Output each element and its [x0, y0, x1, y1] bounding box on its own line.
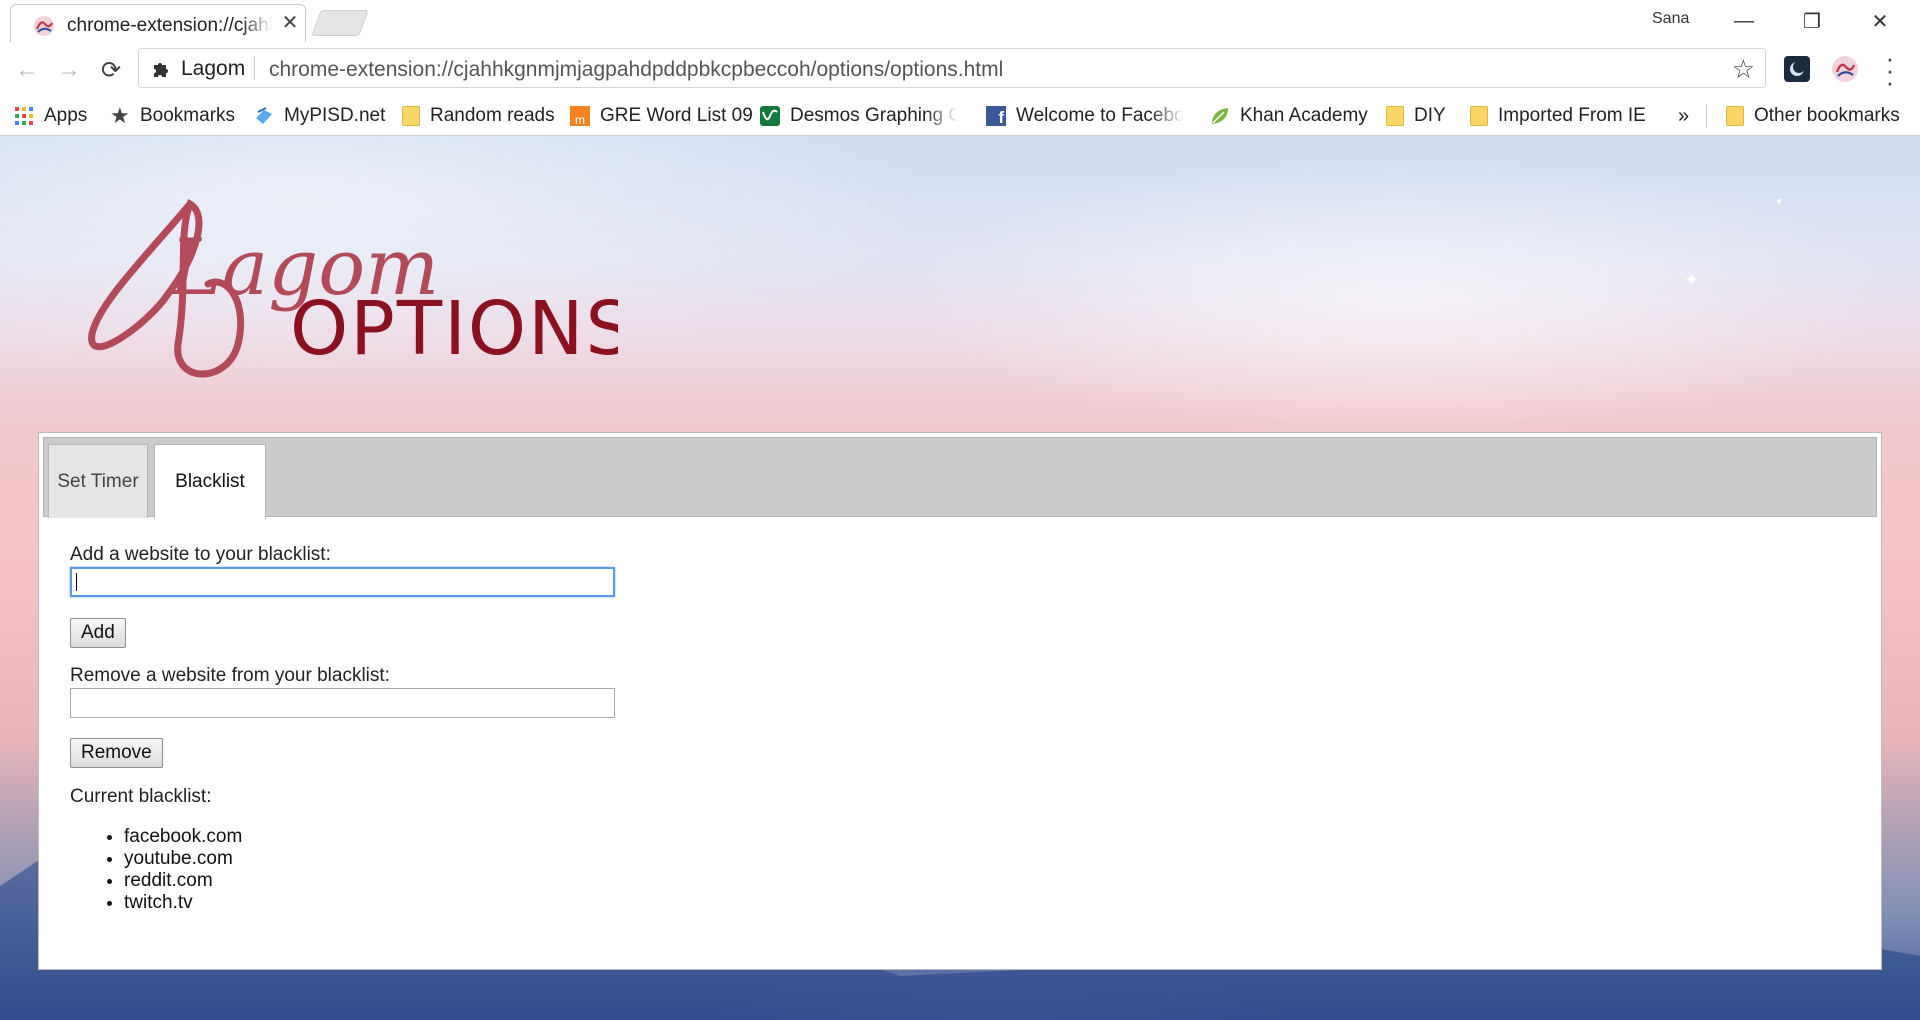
bookmark-diy[interactable]: DIY [1386, 102, 1446, 130]
site-info-chip[interactable]: Lagom [151, 57, 245, 81]
extension-moon-icon[interactable] [1784, 56, 1810, 82]
close-window-button[interactable]: ✕ [1852, 0, 1908, 42]
remove-website-label: Remove a website from your blacklist: [70, 665, 390, 686]
bookmark-gre-word-list[interactable]: m GRE Word List 09 [570, 102, 753, 130]
current-blacklist-label: Current blacklist: [70, 786, 212, 807]
lagom-favicon-icon [34, 16, 54, 36]
sparkle-icon: ✦ [1684, 270, 1700, 290]
khan-academy-icon [1212, 108, 1228, 124]
options-tab-bar: Set Timer Blacklist [43, 437, 1877, 519]
add-button[interactable]: Add [70, 618, 126, 648]
folder-icon [402, 106, 420, 126]
minimize-button[interactable]: — [1716, 0, 1772, 42]
browser-tab[interactable]: chrome-extension://cjahhkgnmjmjagpahdpdd… [10, 4, 306, 42]
tab-set-timer[interactable]: Set Timer [48, 444, 148, 518]
omnibox-divider [254, 56, 255, 80]
list-item: youtube.com [124, 848, 242, 870]
bookmark-label: Welcome to Facebook [1016, 105, 1184, 126]
bookmark-label: Apps [44, 105, 88, 126]
bookmark-mypisd[interactable]: MyPISD.net [254, 102, 385, 130]
puzzle-piece-icon [154, 63, 168, 77]
toolbar: ← → ⟳ Lagom chrome-extension://cjahhkgnm… [0, 42, 1920, 96]
add-website-input[interactable] [70, 567, 615, 597]
remove-website-input[interactable] [70, 688, 615, 718]
bookmarks-overflow-button[interactable]: » [1678, 102, 1689, 130]
bookmark-imported-from-ie[interactable]: Imported From IE [1470, 102, 1646, 130]
star-icon: ★ [110, 103, 130, 128]
gre-icon: m [570, 106, 590, 127]
bookmark-label: Imported From IE [1498, 105, 1646, 126]
bookmark-random-reads[interactable]: Random reads [402, 102, 555, 130]
reload-icon[interactable]: ⟳ [96, 55, 126, 85]
bookmark-other-bookmarks[interactable]: Other bookmarks [1726, 102, 1900, 130]
bookmark-apps[interactable]: Apps [14, 102, 87, 130]
bookmark-bookmarks[interactable]: ★ Bookmarks [110, 102, 235, 130]
logo-options-text: OPTIONS [290, 286, 618, 372]
lagom-options-logo: Lagom OPTIONS [88, 199, 618, 378]
moon-icon [1790, 61, 1805, 76]
options-panel: Set Timer Blacklist Add a website to you… [38, 432, 1882, 970]
bookmark-facebook[interactable]: f Welcome to Facebook [986, 102, 1184, 130]
profile-name[interactable]: Sana [1652, 10, 1689, 28]
bookmark-label: DIY [1414, 105, 1446, 126]
chrome-menu-icon[interactable]: · · · [1880, 45, 1900, 95]
address-bar[interactable]: Lagom chrome-extension://cjahhkgnmjmjagp… [138, 48, 1766, 88]
forward-arrow-icon[interactable]: → [54, 55, 84, 85]
bookmark-label: Khan Academy [1240, 105, 1368, 126]
bookmark-star-icon[interactable]: ☆ [1732, 54, 1755, 85]
bookmark-label: Bookmarks [140, 105, 236, 126]
bookmark-label: Desmos Graphing Calculator [790, 105, 958, 126]
bookmark-label: MyPISD.net [284, 105, 386, 126]
tab-title: chrome-extension://cjahhkgnmjmjagpahdpdd… [67, 15, 272, 36]
apps-grid-icon [15, 107, 33, 125]
facebook-icon: f [986, 106, 1006, 127]
folder-icon [1386, 106, 1404, 126]
bookmark-khan-academy[interactable]: Khan Academy [1210, 102, 1368, 130]
site-chip-label: Lagom [181, 57, 246, 80]
list-item: reddit.com [124, 870, 242, 892]
title-bar: chrome-extension://cjahhkgnmjmjagpahdpdd… [0, 0, 1920, 42]
add-website-label: Add a website to your blacklist: [70, 544, 331, 565]
lagom-icon [1835, 63, 1856, 77]
bookmarks-divider [1706, 104, 1707, 128]
sparkle-icon: ● [1776, 196, 1783, 207]
restore-button[interactable]: ❐ [1784, 0, 1840, 42]
blacklist-list: facebook.com youtube.com reddit.com twit… [70, 826, 242, 914]
url-text[interactable]: chrome-extension://cjahhkgnmjmjagpahdpdd… [269, 58, 1003, 82]
desmos-icon [760, 106, 780, 126]
tab-close-icon[interactable]: ✕ [279, 12, 301, 34]
bookmark-label: Random reads [430, 105, 555, 126]
page-background: Lagom OPTIONS ● ✦ Set Timer Blacklist Ad… [0, 136, 1920, 1020]
list-item: facebook.com [124, 826, 242, 848]
mypisd-icon [256, 107, 272, 124]
tab-blacklist[interactable]: Blacklist [154, 444, 266, 519]
bookmark-label: GRE Word List 09 [600, 105, 753, 126]
bookmark-desmos[interactable]: Desmos Graphing Calculator [760, 102, 958, 130]
extension-lagom-icon[interactable] [1832, 56, 1858, 82]
text-caret [76, 573, 77, 591]
new-tab-button[interactable] [311, 10, 369, 36]
back-arrow-icon[interactable]: ← [12, 55, 42, 85]
bookmark-label: Other bookmarks [1754, 105, 1900, 126]
remove-button[interactable]: Remove [70, 738, 163, 768]
folder-icon [1726, 106, 1744, 126]
list-item: twitch.tv [124, 892, 242, 914]
bookmarks-bar: Apps ★ Bookmarks MyPISD.net Random reads… [0, 96, 1920, 136]
folder-icon [1470, 106, 1488, 126]
